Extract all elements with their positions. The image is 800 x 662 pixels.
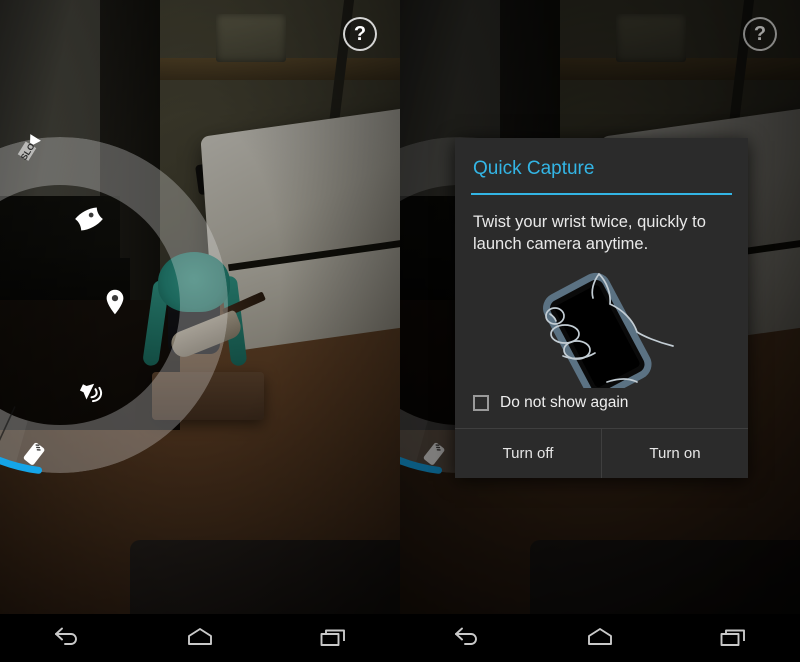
dialog-title: Quick Capture xyxy=(473,158,595,179)
do-not-show-again-checkbox[interactable] xyxy=(473,394,489,411)
back-arrow-icon[interactable] xyxy=(437,614,497,662)
camera-settings-arc-menu-screen: ? SLO xyxy=(0,0,400,662)
quick-capture-dialog: Quick Capture Twist your wrist twice, qu… xyxy=(455,138,748,478)
settings-arc-menu[interactable]: SLO xyxy=(0,85,228,525)
hand-holding-phone-twist-icon xyxy=(455,260,748,388)
recents-overview-icon[interactable] xyxy=(703,614,763,662)
android-navigation-bar xyxy=(0,614,400,662)
recents-overview-icon[interactable] xyxy=(303,614,363,662)
dual-screenshot-stage: ? SLO ? Quick Capture Twist your wrist t… xyxy=(0,0,800,662)
home-icon[interactable] xyxy=(170,614,230,662)
dialog-body-text: Twist your wrist twice, quickly to launc… xyxy=(473,213,706,254)
do-not-show-again-label: Do not show again xyxy=(500,393,629,411)
help-question-icon[interactable]: ? xyxy=(343,17,377,51)
turn-on-button[interactable]: Turn on xyxy=(602,429,748,478)
turn-off-button[interactable]: Turn off xyxy=(455,428,602,478)
location-pin-icon[interactable] xyxy=(98,285,132,319)
help-question-icon[interactable]: ? xyxy=(743,17,777,51)
home-icon[interactable] xyxy=(570,614,630,662)
dialog-button-row: Turn off Turn on xyxy=(455,427,748,478)
android-navigation-bar xyxy=(400,614,800,662)
do-not-show-again-checkbox-row[interactable]: Do not show again xyxy=(455,388,748,428)
quick-capture-dialog-screen: ? Quick Capture Twist your wrist twice, … xyxy=(400,0,800,662)
back-arrow-icon[interactable] xyxy=(37,614,97,662)
